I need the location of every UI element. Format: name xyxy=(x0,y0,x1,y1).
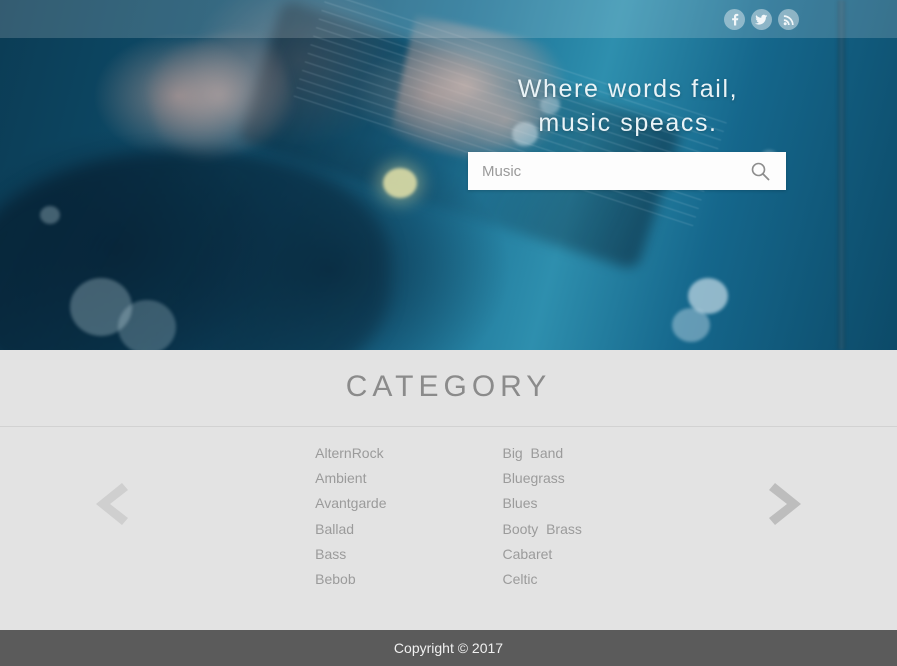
category-item[interactable]: Bluegrass xyxy=(502,466,581,491)
category-item[interactable]: Cabaret xyxy=(502,542,581,567)
category-item[interactable]: Bass xyxy=(315,542,386,567)
category-item[interactable]: Booty Brass xyxy=(502,517,581,542)
search-input[interactable] xyxy=(468,162,746,180)
category-title: CATEGORY xyxy=(345,370,552,403)
twitter-icon[interactable] xyxy=(751,9,772,30)
footer: Copyright © 2017 xyxy=(0,630,897,666)
facebook-icon[interactable] xyxy=(724,9,745,30)
page-root: Where words fail, music speacs. CATEGORY xyxy=(0,0,897,666)
category-item[interactable]: Ambient xyxy=(315,466,386,491)
bokeh-light xyxy=(383,168,417,198)
category-item[interactable]: Avantgarde xyxy=(315,491,386,516)
hero-banner: Where words fail, music speacs. xyxy=(0,0,897,350)
category-body: AlternRock Ambient Avantgarde Ballad Bas… xyxy=(0,427,897,592)
bokeh-light xyxy=(118,300,176,350)
category-item[interactable]: Big Band xyxy=(502,441,581,466)
bokeh-light xyxy=(672,308,710,342)
category-column-1: AlternRock Ambient Avantgarde Ballad Bas… xyxy=(315,441,386,592)
category-item[interactable]: Bebob xyxy=(315,567,386,592)
category-columns: AlternRock Ambient Avantgarde Ballad Bas… xyxy=(315,441,582,592)
category-item[interactable]: Blues xyxy=(502,491,581,516)
category-column-2: Big Band Bluegrass Blues Booty Brass Cab… xyxy=(502,441,581,592)
category-item[interactable]: AlternRock xyxy=(315,441,386,466)
mic-stand-shape xyxy=(838,0,845,350)
rss-icon[interactable] xyxy=(778,9,799,30)
category-item[interactable]: Ballad xyxy=(315,517,386,542)
prev-category-arrow[interactable] xyxy=(82,479,138,529)
search-bar[interactable] xyxy=(468,152,786,190)
social-links xyxy=(724,9,799,30)
bokeh-light xyxy=(40,206,60,224)
category-section: CATEGORY AlternRock Ambient Avantgarde B… xyxy=(0,350,897,630)
copyright-text: Copyright © 2017 xyxy=(393,640,504,656)
category-item[interactable]: Celtic xyxy=(502,567,581,592)
hero-tagline: Where words fail, music speacs. xyxy=(517,75,739,137)
guitar-body-shape xyxy=(0,150,390,350)
search-icon[interactable] xyxy=(746,161,786,181)
next-category-arrow[interactable] xyxy=(759,479,815,529)
